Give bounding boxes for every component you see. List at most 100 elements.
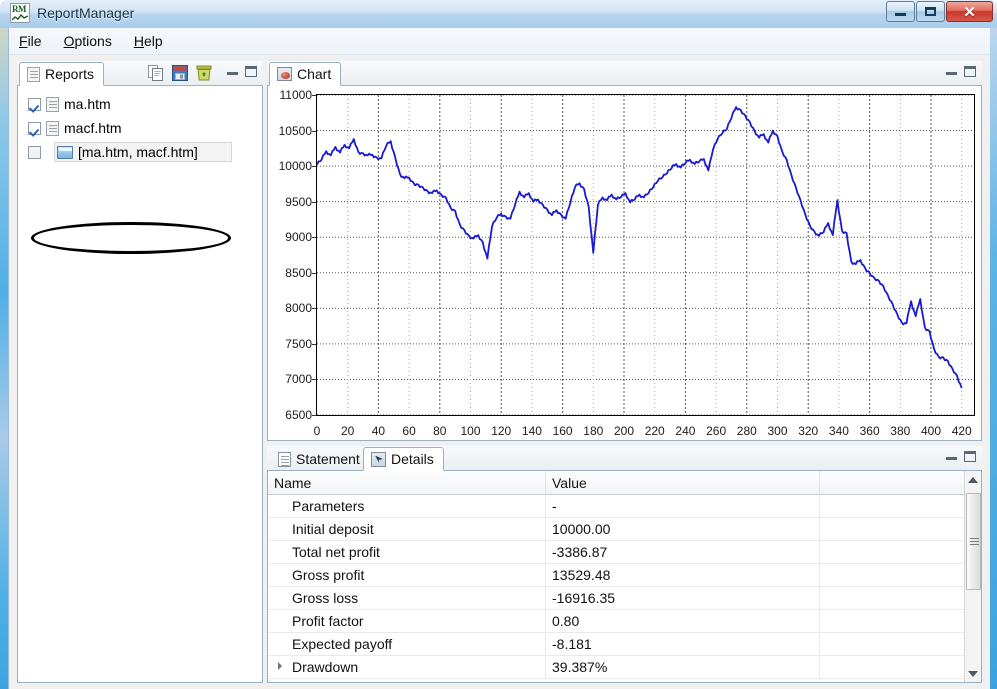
table-row[interactable]: Initial deposit 10000.00 [268, 517, 964, 541]
copy-icon[interactable] [147, 64, 165, 82]
chart-y-axis: 6500 7000 7500 8000 8500 9000 9500 10000 10500 11… [268, 86, 316, 440]
folder-icon [57, 145, 73, 159]
cell-extra [820, 587, 964, 610]
table-row[interactable]: Total net profit -3386.87 [268, 540, 964, 564]
expand-chevron-icon[interactable] [278, 661, 282, 670]
checkbox-macf[interactable] [28, 121, 41, 135]
tab-statement[interactable]: Statement [271, 447, 369, 471]
cell-value: 39.387% [546, 655, 820, 679]
chart-tab-icon [277, 67, 292, 81]
details-maximize-icon[interactable] [964, 451, 976, 462]
tree-item-ma[interactable]: ma.htm [18, 92, 262, 116]
cell-value: 0.80 [546, 609, 820, 633]
tree-item-macf[interactable]: macf.htm [18, 116, 262, 140]
tree-item-label: ma.htm [64, 96, 111, 112]
table-row[interactable]: Gross profit 13529.48 [268, 563, 964, 587]
table-row[interactable]: Parameters - [268, 494, 964, 518]
cell-extra [820, 633, 964, 656]
triangle-up-icon [968, 476, 978, 483]
tree-item-selected-wrapper[interactable]: [ma.htm, macf.htm] [54, 142, 232, 162]
x-axis-tick-label: 100 [460, 424, 481, 438]
details-tabbar: Statement Details [267, 446, 982, 471]
chart-minimize-icon[interactable] [946, 68, 957, 75]
cell-value: -3386.87 [546, 540, 820, 564]
window-title: ReportManager [37, 5, 135, 21]
chart-maximize-icon[interactable] [964, 66, 976, 77]
cell-name: Parameters [268, 494, 546, 518]
minimize-button[interactable] [886, 1, 915, 22]
scrollbar-thumb[interactable] [966, 493, 981, 590]
reports-toolbar [147, 64, 213, 82]
details-icon [371, 451, 386, 467]
table-row[interactable]: Gross loss -16916.35 [268, 586, 964, 610]
chart-panel-controls [946, 66, 976, 77]
cell-name: Expected payoff [268, 632, 546, 656]
table-row[interactable]: Drawdown 39.387% [268, 655, 964, 679]
details-panel-controls [946, 451, 976, 462]
cell-value: 13529.48 [546, 563, 820, 587]
reports-panel: Reports ma.htm macf.htm [ma.htm, macf.ht… [17, 61, 263, 683]
menu-options[interactable]: Options [64, 33, 112, 49]
x-axis-tick-label: 240 [675, 424, 696, 438]
column-header-value[interactable]: Value [546, 471, 820, 495]
x-axis-tick-label: 160 [552, 424, 573, 438]
reports-tabbar: Reports [17, 61, 263, 86]
table-row[interactable]: Expected payoff -8.181 [268, 632, 964, 656]
menu-help[interactable]: Help [134, 33, 163, 49]
window-right-border [989, 28, 997, 689]
chart-x-axis: 0 20 40 60 80 100 120 140 160 180 200 220 240 260 280 3… [268, 422, 981, 440]
tab-reports[interactable]: Reports [19, 62, 105, 86]
column-header-name[interactable]: Name [268, 471, 546, 495]
x-axis-tick-label: 220 [644, 424, 665, 438]
cell-value: -8.181 [546, 632, 820, 656]
tab-chart-label: Chart [297, 66, 332, 82]
details-vertical-scrollbar[interactable] [964, 471, 981, 682]
x-axis-tick-label: 260 [706, 424, 727, 438]
menu-file[interactable]: File [19, 33, 42, 49]
save-icon[interactable] [171, 64, 189, 82]
minimize-icon [887, 2, 914, 21]
y-axis-tick-label: 6500 [285, 408, 312, 422]
tree-item-label: macf.htm [64, 120, 122, 136]
checkbox-ma[interactable] [28, 97, 41, 111]
x-axis-tick-label: 300 [767, 424, 788, 438]
cell-extra [820, 656, 964, 679]
table-header-row: Name Value [268, 471, 964, 495]
y-axis-tick-label: 9000 [285, 230, 312, 245]
cell-name: Drawdown [268, 655, 546, 679]
maximize-button[interactable] [916, 1, 945, 22]
x-axis-tick-label: 360 [859, 424, 880, 438]
title-bar-left: RM ReportManager [10, 3, 134, 23]
tree-item-combined[interactable]: [ma.htm, macf.htm] [18, 140, 262, 164]
scroll-down-button[interactable] [965, 665, 981, 682]
x-axis-tick-label: 400 [921, 424, 942, 438]
tab-details[interactable]: Details [363, 447, 444, 471]
column-header-extra[interactable] [820, 471, 964, 495]
y-axis-tick-label: 10500 [278, 123, 312, 138]
reports-tree[interactable]: ma.htm macf.htm [ma.htm, macf.htm] [18, 86, 262, 682]
cell-value: 10000.00 [546, 517, 820, 541]
chart-plot-area[interactable] [316, 94, 975, 416]
scrollbar-grip-icon [970, 538, 979, 545]
close-button[interactable]: ✕ [946, 1, 993, 22]
chart-panel: Chart 6500 7000 7500 8000 8500 9000 9500 10000 1… [267, 61, 982, 441]
scroll-up-button[interactable] [965, 471, 981, 488]
y-axis-tick-label: 10000 [278, 159, 312, 174]
application-window: RM ReportManager ✕ File Options Help Rep… [0, 0, 997, 689]
checkbox-combined[interactable] [28, 145, 41, 159]
cell-extra [820, 564, 964, 587]
details-table: Name Value Parameters - Initial deposit 100… [268, 471, 964, 682]
table-row[interactable]: Profit factor 0.80 [268, 609, 964, 633]
details-panel: Statement Details Name Value Parameters … [267, 446, 982, 683]
tab-chart[interactable]: Chart [269, 62, 342, 86]
tab-reports-label: Reports [45, 66, 95, 82]
details-minimize-icon[interactable] [946, 453, 957, 460]
cell-name: Total net profit [268, 540, 546, 564]
reports-maximize-icon[interactable] [245, 66, 257, 77]
document-icon [46, 120, 59, 136]
reports-minimize-icon[interactable] [227, 68, 238, 75]
cell-extra [820, 541, 964, 564]
tab-statement-label: Statement [296, 451, 360, 467]
delete-icon[interactable] [195, 64, 213, 82]
tab-details-label: Details [391, 451, 434, 467]
